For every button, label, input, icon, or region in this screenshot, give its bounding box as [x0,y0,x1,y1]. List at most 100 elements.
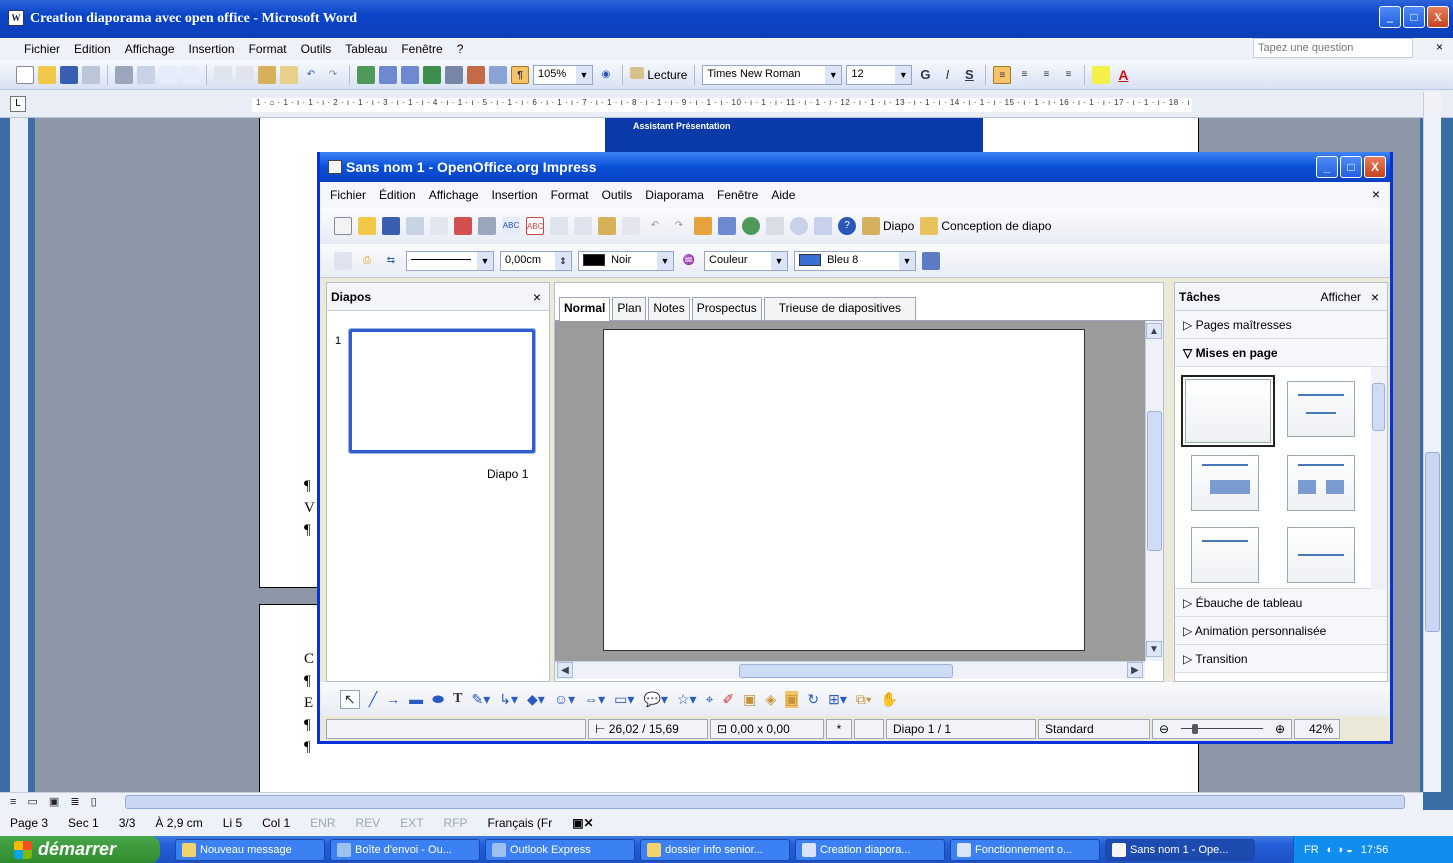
flowchart-icon[interactable]: ▭▾ [614,691,634,708]
word-doc-close-icon[interactable]: × [1436,40,1443,54]
word-vertical-scrollbar[interactable] [1423,92,1441,792]
highlight-icon[interactable] [1092,65,1111,84]
scroll-thumb[interactable] [739,664,953,678]
section-custom-animation[interactable]: ▷ Animation personnalisée [1175,617,1387,645]
fontwork-icon[interactable]: ✐ [722,691,734,708]
line-tool-icon[interactable]: ╱ [369,691,377,708]
start-button[interactable]: démarrer [0,836,160,863]
permission-icon[interactable] [82,65,100,84]
document-map-icon[interactable] [489,65,507,84]
word-menu-tableau[interactable]: Tableau [345,42,387,56]
impress-menu-aide[interactable]: Aide [771,188,795,202]
reading-mode-button[interactable]: Lecture [630,67,687,82]
slide-workspace[interactable] [555,321,1145,661]
ask-question-input[interactable]: Tapez une question [1253,38,1413,58]
taskbar-item[interactable]: Boîte d'envoi - Ou... [330,838,480,861]
taskbar-item-active[interactable]: Sans nom 1 - Ope... [1105,838,1255,861]
help-icon[interactable]: ◉ [597,66,615,84]
slide-canvas[interactable] [603,329,1085,651]
view-buttons-icon[interactable]: ≡ ▭ ▣ ≣ ▯ [10,795,101,808]
underline-button[interactable]: S [960,66,978,84]
insert-table-icon[interactable] [401,65,419,84]
zoom-knob[interactable] [1191,724,1198,734]
status-ext[interactable]: EXT [390,816,433,830]
tab-trieuse[interactable]: Trieuse de diapositives [763,297,917,320]
italic-button[interactable]: I [938,66,956,84]
stars-icon[interactable]: ☆▾ [677,691,697,708]
editor-vertical-scrollbar[interactable]: ▲ ▼ [1145,321,1163,661]
font-color-button[interactable]: A [1114,66,1132,84]
word-horizontal-scrollbar[interactable]: ≡ ▭ ▣ ≣ ▯ [0,792,1423,810]
spinner-icon[interactable]: ⇕ [555,251,571,270]
tab-prospectus[interactable]: Prospectus [691,297,762,320]
taskbar-item[interactable]: Fonctionnement o... [950,838,1100,861]
chevron-down-icon[interactable]: ▼ [825,65,842,84]
arrow-line-icon[interactable]: → [386,691,400,707]
slides-pane[interactable]: Diapos × 1 Diapo 1 [326,282,550,682]
columns-icon[interactable] [445,65,463,84]
zoom-combo[interactable]: 105% ▼ [533,64,593,85]
paste-icon[interactable] [598,217,616,235]
save-icon[interactable] [382,217,400,235]
slides-pane-close-icon[interactable]: × [533,289,541,305]
font-name-combo[interactable]: Times New Roman ▼ [702,64,843,85]
impress-menu-insertion[interactable]: Insertion [492,188,538,202]
word-menu-format[interactable]: Format [249,42,287,56]
line-style-icon[interactable] [334,251,352,270]
print-icon[interactable] [115,65,133,84]
autospellcheck-icon[interactable]: ABC [526,217,544,235]
scroll-left-icon[interactable]: ◀ [557,662,573,678]
layout-title-only[interactable] [1287,381,1355,437]
research-icon[interactable] [181,65,199,84]
cut-icon[interactable] [550,217,568,235]
word-minimize-button[interactable]: _ [1379,6,1401,28]
word-menu-help[interactable]: ? [457,42,464,56]
cut-icon[interactable] [214,65,232,84]
slide-design-button[interactable]: Conception de diapo [920,217,1051,235]
area-fill-icon[interactable]: ♒ [680,252,698,270]
justify-icon[interactable]: ≡ [1059,66,1077,84]
alignment-icon[interactable]: ⊞▾ [828,691,847,708]
scroll-up-icon[interactable]: ▲ [1146,323,1162,339]
redo-icon[interactable]: ↷ [324,66,342,84]
from-file-icon[interactable]: ▣ [743,691,756,708]
ellipse-icon[interactable]: ⬬ [432,691,444,708]
impress-doc-close-icon[interactable]: × [1372,186,1380,202]
copy-icon[interactable] [574,217,592,235]
scroll-thumb[interactable] [1372,383,1385,431]
scroll-down-icon[interactable]: ▼ [1146,641,1162,657]
open-folder-icon[interactable] [38,65,56,84]
scroll-thumb[interactable] [1425,452,1440,632]
chevron-down-icon[interactable]: ▼ [771,251,787,270]
chevron-down-icon[interactable]: ▼ [895,65,912,84]
new-icon[interactable] [334,217,352,235]
layout-blank[interactable] [1181,375,1275,447]
spelling-icon[interactable] [159,65,177,84]
drawing-icon[interactable] [467,65,485,84]
block-arrows-icon[interactable]: ⇔▾ [584,691,605,708]
tab-notes[interactable]: Notes [648,297,690,320]
zoom-out-icon[interactable]: ⊖ [1159,722,1169,736]
align-right-icon[interactable]: ≡ [1037,66,1055,84]
clone-format-icon[interactable] [622,217,640,235]
vertical-ruler[interactable] [10,118,28,792]
arrow-style-icon[interactable]: ⇆ [382,252,400,270]
layouts-scrollbar[interactable] [1371,367,1387,589]
status-modified[interactable]: * [826,719,852,739]
arrange-icon[interactable]: ⧉▾ [856,691,872,708]
text-tool-icon[interactable]: T [453,691,462,707]
print-icon[interactable] [478,217,496,235]
gallery-icon[interactable]: ◈ [765,691,776,708]
tasks-view-menu[interactable]: Afficher [1321,290,1361,304]
undo-icon[interactable]: ↶ [646,217,664,235]
print-preview-icon[interactable] [137,65,155,84]
scroll-thumb[interactable] [125,795,1405,809]
basic-shapes-icon[interactable]: ◆▾ [527,691,545,708]
save-icon[interactable] [60,65,78,84]
word-menu-insertion[interactable]: Insertion [189,42,235,56]
section-layouts[interactable]: ▽ Mises en page [1175,339,1387,367]
impress-menu-fichier[interactable]: Fichier [330,188,366,202]
slide-editor[interactable]: Normal Plan Notes Prospectus Trieuse de … [554,282,1164,682]
bold-button[interactable]: G [916,66,934,84]
tab-plan[interactable]: Plan [612,297,647,320]
